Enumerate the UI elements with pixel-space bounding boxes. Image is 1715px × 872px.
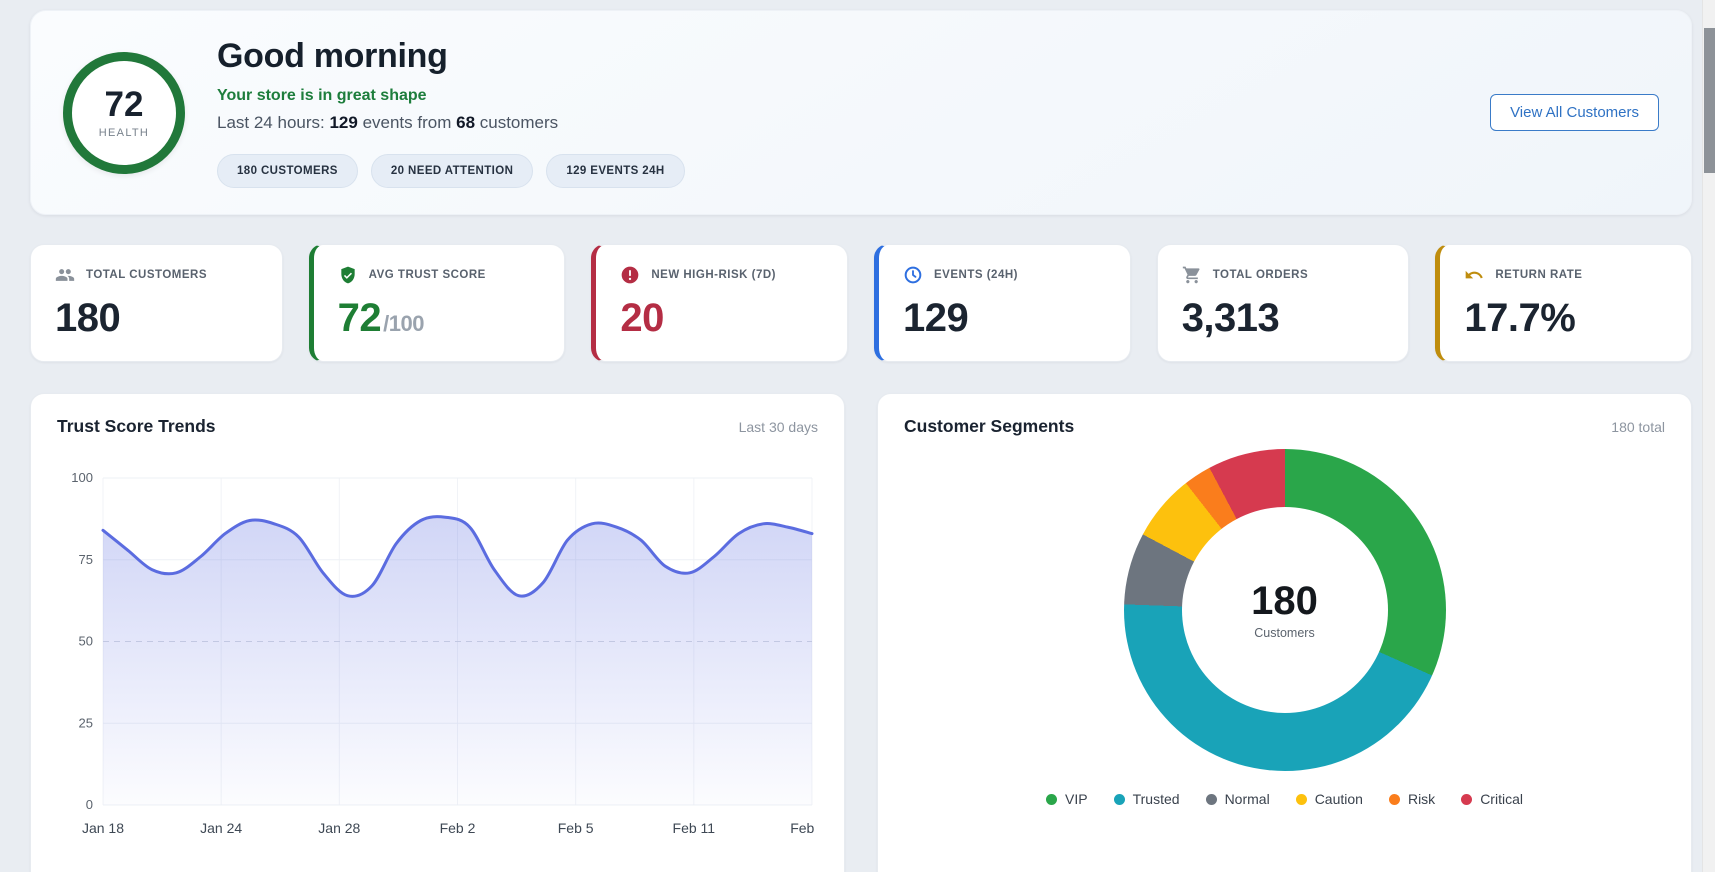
stat-cards-row: TOTAL CUSTOMERS 180 AVG TRUST SCORE 72/100 N… — [30, 244, 1693, 362]
legend-label: Caution — [1314, 791, 1363, 807]
stat-card-avg-trust-score: AVG TRUST SCORE 72/100 — [308, 244, 566, 362]
greeting-card: 72 HEALTH Good morning Your store is in … — [30, 10, 1692, 215]
legend-dot-normal — [1205, 793, 1217, 805]
events-count: 129 — [329, 113, 358, 132]
trust-panel-range: Last 30 days — [738, 418, 818, 435]
segments-panel-title: Customer Segments — [904, 416, 1075, 436]
stat-card-value-suffix: /100 — [383, 311, 424, 336]
stat-card-label: AVG TRUST SCORE — [368, 269, 486, 281]
segments-center-value: 180 — [1251, 578, 1318, 623]
legend-label: Critical — [1480, 791, 1523, 807]
segments-panel-header: Customer Segments 180 total — [904, 416, 1665, 437]
charts-row: Trust Score Trends Last 30 days Jan 18 Ja… — [30, 393, 1692, 872]
trust-score-trends-panel: Trust Score Trends Last 30 days Jan 18 Ja… — [30, 393, 845, 872]
legend-item-normal[interactable]: Normal — [1205, 791, 1270, 807]
legend-item-vip[interactable]: VIP — [1046, 791, 1088, 807]
svg-text:75: 75 — [79, 552, 93, 567]
page-title: Good morning — [217, 37, 448, 75]
legend-item-critical[interactable]: Critical — [1461, 791, 1523, 807]
hero-badges: 180 CUSTOMERS 20 NEED ATTENTION 129 EVENTS… — [217, 154, 1458, 188]
hero-badge-1: 20 NEED ATTENTION — [370, 154, 534, 188]
health-score-ring: 72 HEALTH — [63, 51, 185, 174]
stat-card-total-customers: TOTAL CUSTOMERS 180 — [30, 244, 283, 362]
stat-card-new-high-risk-7d: NEW HIGH-RISK (7D) 20 — [591, 244, 849, 362]
health-score-value: 72 — [104, 84, 144, 124]
legend-item-caution[interactable]: Caution — [1295, 791, 1363, 807]
legend-label: Risk — [1407, 791, 1436, 807]
legend-label: Normal — [1224, 791, 1270, 807]
cart-icon — [1182, 265, 1202, 285]
svg-text:Jan 28: Jan 28 — [318, 820, 360, 836]
hero-badge-0: 180 CUSTOMERS — [217, 154, 358, 188]
svg-text:0: 0 — [86, 797, 93, 812]
greeting-text-block: Good morning Your store is in great shap… — [217, 37, 1458, 188]
svg-text:Feb 2: Feb 2 — [440, 820, 476, 836]
alert-icon — [620, 265, 640, 285]
svg-text:Jan 18: Jan 18 — [82, 820, 124, 836]
stat-card-return-rate: RETURN RATE 17.7% — [1435, 244, 1693, 362]
legend-label: Trusted — [1132, 791, 1180, 807]
stat-card-label: NEW HIGH-RISK (7D) — [651, 269, 776, 281]
stat-card-label: TOTAL CUSTOMERS — [86, 269, 208, 281]
stat-card-label: EVENTS (24H) — [934, 269, 1018, 281]
legend-item-trusted[interactable]: Trusted — [1113, 791, 1180, 807]
customers-count: 68 — [456, 113, 476, 132]
trust-trend-chart: Jan 18 Jan 24 Jan 28 Feb 2 Feb 5 Feb 11 Feb 16… — [71, 470, 834, 836]
legend-label: VIP — [1065, 791, 1088, 807]
segments-panel-total: 180 total — [1611, 418, 1665, 435]
last-24h-summary: Last 24 hours: 129 events from 68 custom… — [217, 113, 559, 132]
stat-card-value: 20 — [620, 296, 664, 340]
legend-dot-vip — [1046, 793, 1058, 805]
store-status-text: Your store is in great shape — [217, 87, 427, 104]
legend-dot-trusted — [1113, 793, 1125, 805]
stat-card-events-24h: EVENTS (24H) 129 — [874, 244, 1131, 362]
legend-dot-critical — [1461, 793, 1473, 805]
segments-legend: VIP Trusted Normal Caution Risk Critical — [1046, 791, 1523, 807]
customer-segments-panel: Customer Segments 180 total 180 Customer… — [877, 393, 1692, 872]
svg-text:Feb 11: Feb 11 — [673, 820, 716, 836]
legend-dot-caution — [1295, 793, 1307, 805]
legend-item-risk[interactable]: Risk — [1388, 791, 1436, 807]
legend-dot-risk — [1388, 793, 1400, 805]
scrollbar-thumb[interactable] — [1704, 28, 1715, 173]
svg-text:25: 25 — [79, 715, 93, 730]
view-all-customers-button[interactable]: View All Customers — [1490, 94, 1659, 131]
stat-card-label: RETURN RATE — [1495, 269, 1583, 281]
users-icon — [55, 265, 75, 285]
segments-donut-center: 180 Customers — [1181, 507, 1388, 713]
svg-text:50: 50 — [79, 634, 93, 649]
shield-icon — [338, 265, 358, 285]
health-score-label: HEALTH — [98, 126, 150, 139]
stat-card-value: 3,313 — [1181, 296, 1280, 340]
svg-text:100: 100 — [71, 470, 93, 485]
trust-panel-title: Trust Score Trends — [57, 416, 216, 436]
trust-panel-header: Trust Score Trends Last 30 days — [57, 416, 818, 437]
segments-center-label: Customers — [1254, 625, 1315, 640]
scrollbar-track[interactable] — [1702, 0, 1715, 872]
stat-card-value: 180 — [55, 296, 121, 340]
stat-card-value: 129 — [903, 296, 969, 340]
hero-badge-2: 129 EVENTS 24H — [546, 154, 685, 188]
stat-card-label: TOTAL ORDERS — [1212, 269, 1309, 281]
segments-donut-chart: 180 Customers — [1123, 449, 1446, 771]
stat-card-value: 72/100 — [337, 296, 425, 340]
clock-icon — [903, 265, 923, 285]
segments-donut-wrap: 180 Customers VIP Trusted Normal Caution Ris… — [904, 449, 1665, 807]
dashboard-page: 72 HEALTH Good morning Your store is in … — [30, 10, 1693, 872]
return-icon — [1464, 265, 1484, 285]
stat-card-value: 17.7% — [1464, 296, 1576, 340]
svg-text:Feb 16: Feb 16 — [790, 820, 817, 836]
stat-card-total-orders: TOTAL ORDERS 3,313 — [1156, 244, 1410, 362]
svg-text:Jan 24: Jan 24 — [200, 820, 242, 836]
svg-text:Feb 5: Feb 5 — [558, 820, 594, 836]
